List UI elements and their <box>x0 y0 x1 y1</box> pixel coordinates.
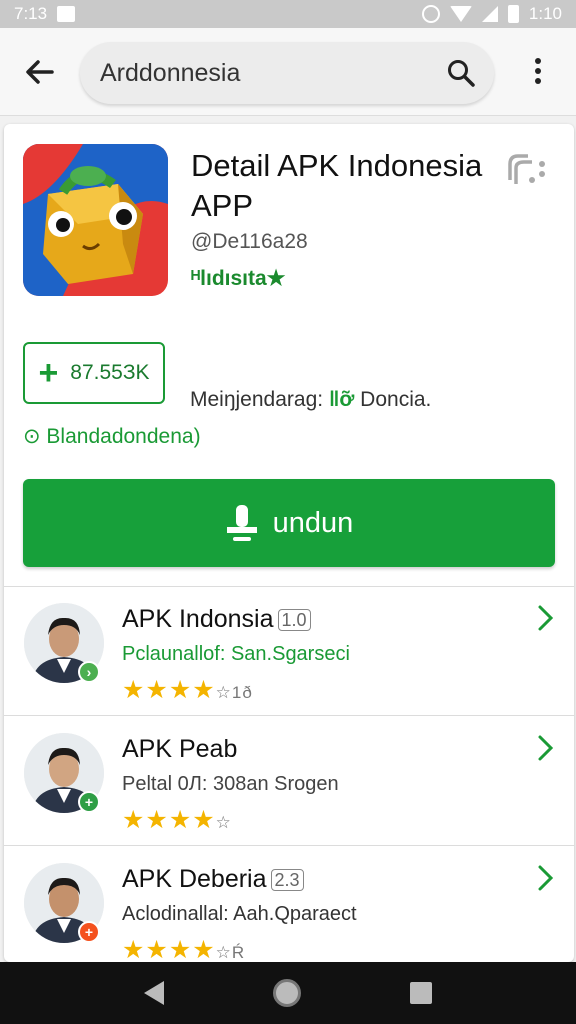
item-subtitle: Peltal 0Л: 308an Srogen <box>122 773 339 795</box>
app-detail-card: Detail APK Indonesia APP @De116a28 ᴴlıdı… <box>4 124 574 962</box>
gallery-notification-icon <box>57 6 76 22</box>
item-name: APK Peab <box>122 735 237 764</box>
meta-highlight: ‖ỡ <box>328 388 355 411</box>
meta-info: Meiŋjendarag: ‖ỡ Doncia. <box>190 388 431 412</box>
rating-stars: ★★★★☆1ð <box>122 675 253 705</box>
status-time-right: 1:10 <box>528 4 562 23</box>
nav-recents-icon[interactable] <box>409 982 432 1004</box>
item-tag: 2.3 <box>270 868 304 891</box>
meta-label: Meiŋjendarag: <box>190 388 324 411</box>
system-nav-bar <box>0 962 576 1024</box>
rating-count: ☆1ð <box>215 683 253 702</box>
item-title: APK Deberia <box>122 865 267 893</box>
search-input[interactable]: Arddonnesia <box>100 42 240 104</box>
status-badge: + <box>78 791 100 813</box>
download-button[interactable]: undun <box>23 479 555 567</box>
status-badge: › <box>78 661 100 683</box>
item-name: APK Indonsia 1.0 <box>122 605 311 634</box>
filled-stars: ★★★★ <box>122 806 216 834</box>
battery-icon <box>507 5 519 23</box>
nav-back-icon[interactable] <box>144 981 165 1005</box>
wifi-icon <box>449 6 472 22</box>
top-app-bar: Arddonnesia <box>0 28 576 116</box>
list-item[interactable]: + APK Deberia 2.3 Aclodinallal: Aah.Qparaec… <box>4 847 574 962</box>
divider <box>4 845 574 846</box>
item-title: APK Peab <box>122 735 238 763</box>
rating-stars: ★★★★☆ <box>122 805 232 835</box>
rating-stars: ★★★★☆Ŕ <box>122 935 245 962</box>
download-icon <box>226 505 257 541</box>
plus-icon: + <box>38 354 59 392</box>
item-tag: 1.0 <box>277 608 311 631</box>
developer-name[interactable]: ᴴlıdısıtа★ <box>191 266 286 291</box>
filled-stars: ★★★★ <box>122 676 216 704</box>
filled-stars: ★★★★ <box>122 936 216 962</box>
chevron-right-icon[interactable] <box>534 733 556 771</box>
search-icon[interactable] <box>446 58 476 88</box>
app-title: Detail APK Indonesia APP <box>191 148 483 223</box>
chevron-right-icon[interactable] <box>534 863 556 901</box>
item-subtitle: Pclaunallof: San.Sgarseci <box>122 643 350 665</box>
download-count: 87.55ЗK <box>70 361 150 384</box>
app-version-code: @De116a28 <box>191 230 308 253</box>
list-item[interactable]: › APK Indonsia 1.0 Pclaunallof: San.Sgarsec… <box>4 587 574 715</box>
chevron-right-icon[interactable] <box>534 603 556 641</box>
item-name: APK Deberia 2.3 <box>122 865 304 894</box>
status-bar: 7:13 1:10 <box>0 0 576 28</box>
add-stat-button[interactable]: + 87.55ЗK <box>23 342 165 404</box>
status-time: 7:13 <box>14 4 48 23</box>
region-link[interactable]: ⊙ Blandadondena) <box>23 424 201 449</box>
more-vert-icon[interactable] <box>522 54 554 94</box>
divider <box>4 715 574 716</box>
list-item[interactable]: + APK Peab Peltal 0Л: 308an Srogen ★★★★☆ <box>4 717 574 845</box>
arrow-left-icon[interactable] <box>20 52 60 92</box>
rating-count: ☆Ŕ <box>215 943 246 962</box>
signal-icon <box>481 6 498 22</box>
item-subtitle: Aclodinallal: Aah.Qparaect <box>122 903 357 925</box>
app-icon <box>23 144 168 296</box>
meta-tail: Doncia. <box>360 388 432 411</box>
nav-home-icon[interactable] <box>272 979 301 1007</box>
status-badge: + <box>78 921 100 943</box>
rating-count: ☆ <box>215 813 232 832</box>
download-label: undun <box>272 506 354 539</box>
search-bar[interactable]: Arddonnesia <box>80 42 494 104</box>
alarm-icon <box>421 5 440 23</box>
share-icon[interactable] <box>506 150 550 190</box>
item-title: APK Indonsia <box>122 605 274 633</box>
